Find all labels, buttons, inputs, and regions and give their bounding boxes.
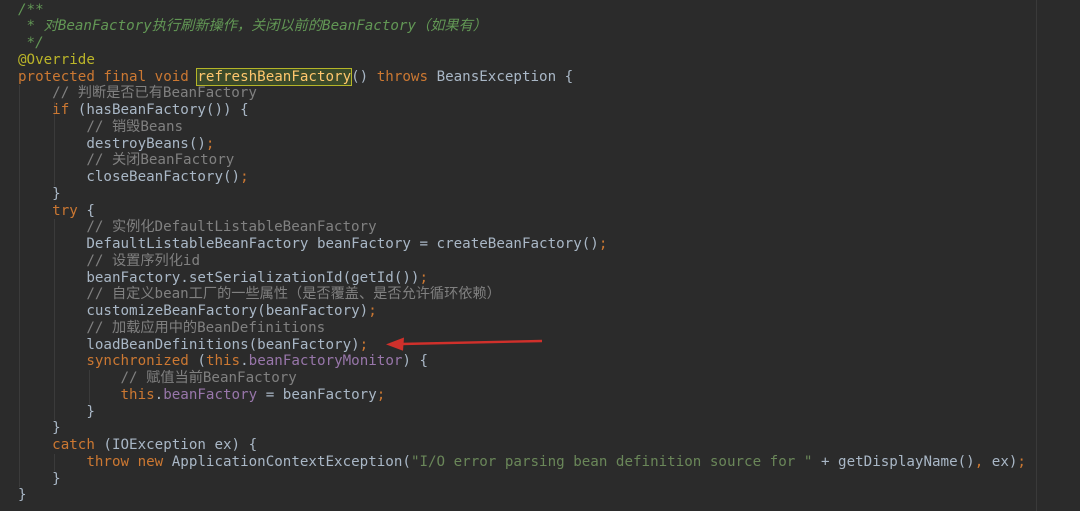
code-editor[interactable]: /** * 对BeanFactory执行刷新操作，关闭以前的BeanFactor… <box>0 0 1080 511</box>
red-arrow-annotation <box>386 337 543 351</box>
